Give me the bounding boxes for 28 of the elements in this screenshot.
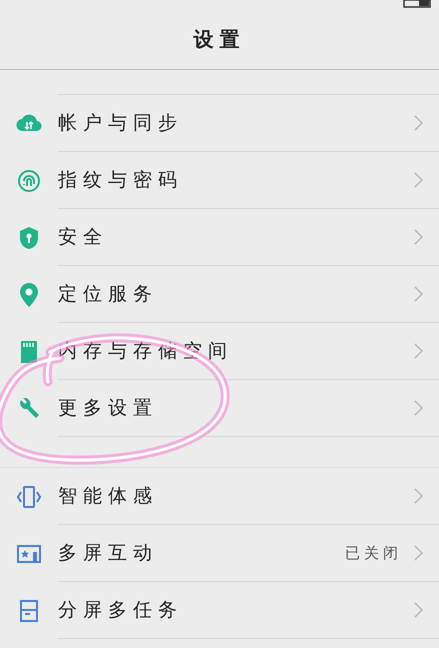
- setting-label[interactable]: 定位服务: [58, 280, 414, 308]
- setting-value: 已关闭: [345, 542, 402, 564]
- setting-label[interactable]: 多屏互动: [58, 538, 345, 568]
- setting-label[interactable]: 帐户与同步: [58, 108, 414, 138]
- chevron-right-icon[interactable]: [414, 343, 423, 359]
- page-title: 设置: [194, 26, 246, 52]
- multi-screen-icon: [17, 544, 41, 564]
- fingerprint-icon: [17, 168, 41, 192]
- setting-label[interactable]: 指纹与密码: [58, 166, 414, 194]
- chevron-right-icon[interactable]: [414, 286, 423, 302]
- shield-icon: [18, 226, 40, 250]
- split-screen-icon: [19, 598, 39, 622]
- wrench-icon: [18, 398, 40, 420]
- chevron-right-icon[interactable]: [414, 602, 423, 618]
- chevron-right-icon[interactable]: [414, 172, 423, 188]
- chevron-right-icon[interactable]: [414, 115, 423, 131]
- setting-label[interactable]: 更多设置: [58, 394, 414, 422]
- setting-label[interactable]: 分屏多任务: [58, 596, 414, 624]
- location-pin-icon: [19, 282, 39, 308]
- chevron-right-icon[interactable]: [414, 488, 423, 504]
- memory-card-icon: [19, 340, 39, 364]
- phone-rotate-icon: [16, 484, 42, 508]
- battery-icon: [403, 0, 431, 8]
- setting-label[interactable]: 安全: [58, 222, 414, 252]
- chevron-right-icon[interactable]: [414, 229, 423, 245]
- chevron-right-icon[interactable]: [414, 545, 423, 561]
- chevron-right-icon[interactable]: [414, 400, 423, 416]
- setting-label[interactable]: 智能体感: [58, 482, 414, 510]
